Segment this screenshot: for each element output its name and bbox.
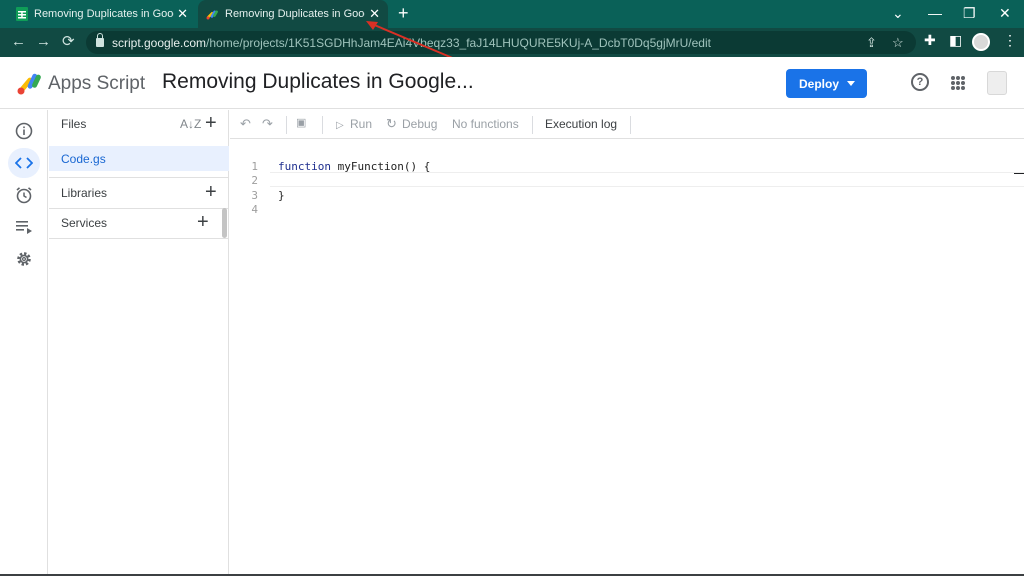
- info-icon: [15, 122, 33, 140]
- left-nav-rail: [0, 110, 48, 576]
- code-icon: [15, 157, 33, 169]
- files-label: Files: [61, 117, 87, 131]
- divider: [49, 238, 229, 239]
- project-title[interactable]: Removing Duplicates in Google...: [162, 70, 474, 94]
- url-text: script.google.com/home/projects/1K51SGDH…: [112, 36, 711, 50]
- line-number: 1: [251, 160, 258, 173]
- file-item-code-gs[interactable]: Code.gs: [49, 146, 229, 171]
- forward-icon[interactable]: →: [36, 33, 51, 51]
- app-name: Apps Script: [48, 73, 146, 94]
- files-panel: Files A↓Z + Code.gs Libraries + Services…: [49, 110, 229, 576]
- project-settings-button[interactable]: [8, 244, 40, 274]
- bookmark-star-icon[interactable]: ☆: [892, 36, 904, 49]
- extensions-icon[interactable]: ✚: [924, 33, 936, 48]
- line-number: 3: [251, 189, 258, 202]
- account-avatar[interactable]: [987, 71, 1007, 95]
- current-line-highlight: [270, 172, 1024, 187]
- close-tab-icon[interactable]: ✕: [369, 7, 380, 20]
- line-number: 2: [251, 174, 258, 187]
- triggers-button[interactable]: [8, 180, 40, 210]
- close-tab-icon[interactable]: ✕: [177, 7, 188, 20]
- address-bar-row: ← → ⟳ script.google.com/home/projects/1K…: [0, 28, 1024, 57]
- add-library-icon[interactable]: +: [205, 182, 217, 202]
- sort-az-icon[interactable]: A↓Z: [180, 117, 201, 131]
- browser-tab-apps-script[interactable]: Removing Duplicates in Google S ✕: [198, 0, 388, 28]
- tab-title: Removing Duplicates in Google S: [225, 8, 365, 20]
- debug-button[interactable]: Debug: [402, 117, 437, 131]
- new-tab-icon[interactable]: +: [398, 3, 409, 23]
- help-icon[interactable]: ?: [911, 73, 929, 91]
- line-number: 4: [251, 203, 258, 216]
- url-domain: script.google.com: [112, 35, 207, 50]
- editor-scroll-marker: [1014, 173, 1024, 174]
- browser-tab-sheets[interactable]: Removing Duplicates in Google S ✕: [8, 0, 196, 28]
- toolbar-separator: [286, 116, 287, 134]
- save-icon[interactable]: ▣: [296, 117, 306, 130]
- browser-menu-icon[interactable]: ⋮: [1003, 33, 1017, 48]
- libraries-label: Libraries: [61, 186, 108, 200]
- code-text: }: [278, 189, 285, 202]
- share-icon[interactable]: ⇪: [866, 36, 877, 49]
- restore-icon[interactable]: ❐: [963, 5, 976, 21]
- minimize-icon[interactable]: —: [928, 5, 942, 21]
- add-service-icon[interactable]: +: [197, 212, 209, 232]
- sheets-icon: [16, 7, 28, 21]
- run-button[interactable]: Run: [350, 117, 372, 131]
- debug-icon: ↻: [386, 116, 397, 131]
- url-input[interactable]: script.google.com/home/projects/1K51SGDH…: [86, 31, 916, 54]
- close-window-icon[interactable]: ✕: [999, 5, 1011, 21]
- google-apps-icon[interactable]: [951, 76, 965, 90]
- executions-list-icon: [16, 221, 32, 234]
- services-section: Services +: [49, 208, 229, 238]
- toolbar-separator: [532, 116, 533, 134]
- code-editor[interactable]: 1 function myFunction() { 2 3 } 4: [230, 140, 1024, 576]
- lock-icon: [96, 33, 104, 47]
- executions-button[interactable]: [8, 212, 40, 242]
- editor-button[interactable]: [8, 148, 40, 178]
- apps-script-logo-icon: [17, 73, 41, 95]
- alarm-clock-icon: [16, 187, 32, 204]
- browser-tab-strip: Removing Duplicates in Google S ✕ Removi…: [0, 0, 1024, 28]
- side-panel-icon[interactable]: ◧: [949, 33, 962, 48]
- run-icon: ▷: [336, 120, 344, 131]
- apps-script-icon: [206, 10, 218, 20]
- files-panel-scrollbar[interactable]: [222, 208, 227, 238]
- overview-button[interactable]: [8, 116, 40, 146]
- function-select[interactable]: No functions: [452, 117, 519, 131]
- code-line: 4: [230, 202, 1024, 217]
- services-label: Services: [61, 216, 108, 230]
- toolbar-separator: [322, 116, 323, 134]
- add-file-icon[interactable]: +: [205, 113, 217, 133]
- app-header: Apps Script Removing Duplicates in Googl…: [0, 57, 1024, 109]
- back-icon[interactable]: ←: [11, 33, 26, 51]
- reload-icon[interactable]: ⟳: [62, 33, 75, 51]
- editor-toolbar: ↶ ↷ ▣ ▷ Run ↻ Debug No functions Executi…: [230, 110, 1024, 139]
- tab-search-icon[interactable]: ⌄: [892, 5, 904, 21]
- gear-icon: [17, 252, 31, 266]
- url-path: /home/projects/1K51SGDHhJam4EAi4Vbeqz33_…: [206, 35, 711, 50]
- execution-log-button[interactable]: Execution log: [545, 117, 617, 131]
- files-section-header: Files A↓Z +: [49, 110, 229, 138]
- profile-avatar-icon[interactable]: [972, 33, 990, 51]
- deploy-label: Deploy: [799, 76, 840, 91]
- redo-icon[interactable]: ↷: [262, 117, 273, 130]
- file-name: Code.gs: [61, 151, 106, 166]
- code-line: 3 }: [230, 188, 1024, 203]
- tab-title: Removing Duplicates in Google S: [34, 8, 174, 20]
- chevron-down-icon: [847, 81, 855, 86]
- toolbar-separator: [630, 116, 631, 134]
- undo-icon[interactable]: ↶: [240, 117, 251, 130]
- deploy-button[interactable]: Deploy: [786, 69, 867, 98]
- libraries-section: Libraries +: [49, 178, 229, 208]
